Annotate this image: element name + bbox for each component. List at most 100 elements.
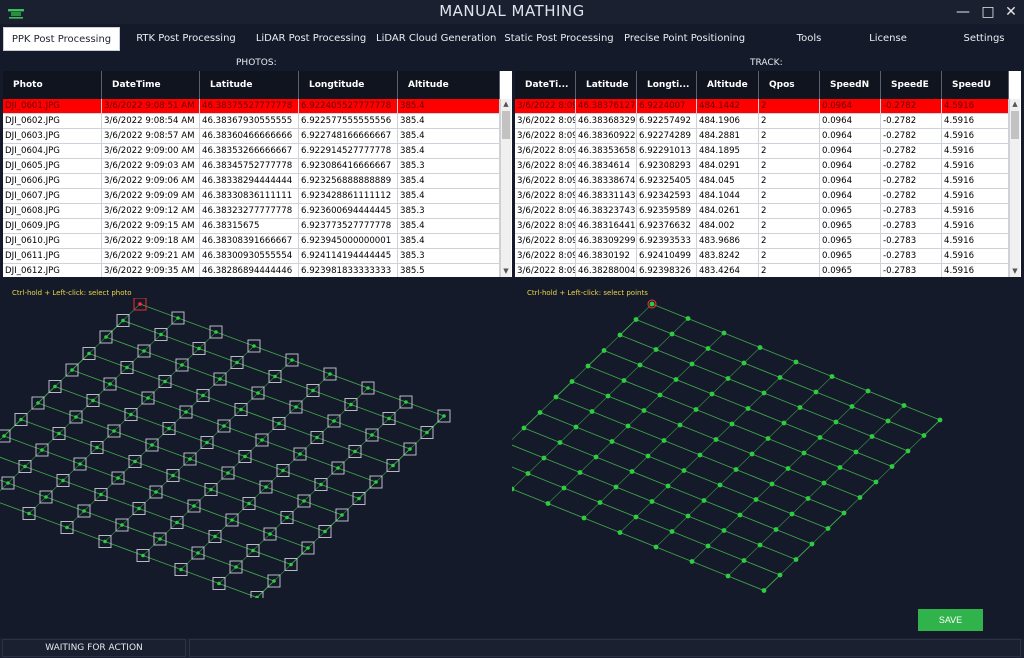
table-row[interactable]: 3/6/2022 8:09 46.38323743 6.92359589 484.02…: [515, 204, 1009, 219]
scroll-down-icon[interactable]: ▼: [501, 266, 511, 276]
track-point[interactable]: [849, 404, 855, 409]
track-point[interactable]: [757, 542, 763, 548]
track-point[interactable]: [537, 410, 543, 415]
track-point[interactable]: [889, 464, 895, 469]
table-row[interactable]: DJI_0604.JPG 3/6/2022 9:09:00 AM 46.383532…: [3, 144, 500, 159]
track-point[interactable]: [865, 388, 871, 394]
track-point[interactable]: [685, 513, 691, 519]
column-header[interactable]: Longti...: [637, 71, 697, 99]
column-header[interactable]: DateTi...: [515, 71, 576, 99]
track-point[interactable]: [557, 440, 563, 445]
track-point[interactable]: [853, 449, 859, 455]
track-point[interactable]: [601, 348, 607, 353]
table-row[interactable]: DJI_0608.JPG 3/6/2022 9:09:12 AM 46.383232…: [3, 204, 500, 219]
column-header[interactable]: DateTime: [102, 71, 200, 99]
track-point[interactable]: [725, 376, 731, 381]
photos-scrollbar[interactable]: ▲ ▼: [500, 99, 511, 277]
track-point[interactable]: [541, 455, 547, 461]
table-row[interactable]: DJI_0601.JPG 3/6/2022 9:08:51 AM 46.383755…: [3, 99, 500, 114]
table-row[interactable]: 3/6/2022 8:09 46.3834614 6.92308293 484.029…: [515, 159, 1009, 174]
track-point[interactable]: [593, 454, 599, 460]
column-header[interactable]: Photo: [3, 71, 102, 99]
table-row[interactable]: 3/6/2022 8:09 46.38368329 6.92257492 484.19…: [515, 114, 1009, 129]
tab-rtk-post-processing[interactable]: RTK Post Processing: [126, 27, 246, 51]
track-point[interactable]: [569, 379, 575, 384]
track-point[interactable]: [793, 359, 799, 365]
track-point[interactable]: [693, 407, 699, 412]
track-point[interactable]: [689, 361, 695, 367]
track-point[interactable]: [689, 559, 695, 564]
track-point[interactable]: [609, 439, 615, 444]
track-point[interactable]: [777, 572, 783, 578]
track-point[interactable]: [789, 511, 795, 517]
track-point[interactable]: [521, 425, 527, 431]
track-point[interactable]: [813, 389, 819, 395]
track-point[interactable]: [757, 345, 763, 350]
track-point[interactable]: [669, 529, 675, 534]
table-row[interactable]: 3/6/2022 8:09 46.38338674 6.92325405 484.04…: [515, 174, 1009, 189]
table-row[interactable]: 3/6/2022 8:09 46.38288004 6.92398326 483.42…: [515, 264, 1009, 277]
column-header[interactable]: SpeedN: [820, 71, 881, 99]
track-point[interactable]: [921, 433, 927, 438]
table-row[interactable]: 3/6/2022 8:09 46.3830192 6.92410499 483.824…: [515, 249, 1009, 264]
track-point[interactable]: [553, 394, 559, 400]
track-point[interactable]: [653, 544, 659, 550]
table-row[interactable]: DJI_0605.JPG 3/6/2022 9:09:03 AM 46.383457…: [3, 159, 500, 174]
track-point[interactable]: [617, 530, 623, 535]
track-point[interactable]: [901, 403, 907, 408]
track-point[interactable]: [669, 331, 675, 337]
track-point[interactable]: [661, 438, 667, 443]
column-header[interactable]: SpeedE: [881, 71, 942, 99]
column-header[interactable]: Latitude: [576, 71, 637, 99]
track-point[interactable]: [717, 482, 723, 488]
column-header[interactable]: Longtitude: [299, 71, 398, 99]
track-point[interactable]: [673, 377, 679, 382]
column-header[interactable]: Qpos: [759, 71, 820, 99]
track-point[interactable]: [785, 466, 791, 471]
track-point[interactable]: [649, 301, 655, 307]
table-row[interactable]: 3/6/2022 8:09 46.38360922 6.92274289 484.28…: [515, 129, 1009, 144]
table-row[interactable]: 3/6/2022 8:09 46.38376127 6.9224007 484.144…: [515, 99, 1009, 114]
track-point[interactable]: [605, 393, 611, 399]
minimize-icon[interactable]: —: [952, 2, 974, 22]
track-point[interactable]: [833, 419, 839, 425]
tab-lidar-cloud-generation[interactable]: LiDAR Cloud Generation: [376, 27, 496, 51]
track-point[interactable]: [721, 528, 727, 533]
track-point[interactable]: [697, 452, 703, 458]
track-point[interactable]: [589, 409, 595, 414]
track-point[interactable]: [809, 541, 815, 547]
close-icon[interactable]: ✕: [1000, 2, 1022, 22]
track-point[interactable]: [821, 480, 827, 486]
track-point[interactable]: [613, 484, 619, 490]
track-point[interactable]: [829, 374, 835, 379]
save-button[interactable]: SAVE: [918, 609, 983, 631]
column-header[interactable]: Altitude: [697, 71, 759, 99]
track-point[interactable]: [653, 347, 659, 352]
track-point[interactable]: [657, 392, 663, 398]
track-point[interactable]: [625, 423, 631, 429]
track-point[interactable]: [885, 418, 891, 424]
photo-map-plot[interactable]: [0, 298, 512, 598]
table-row[interactable]: DJI_0612.JPG 3/6/2022 9:09:35 AM 46.382868…: [3, 264, 500, 277]
track-point[interactable]: [745, 406, 751, 411]
table-row[interactable]: DJI_0609.JPG 3/6/2022 9:09:15 AM 46.383156…: [3, 219, 500, 234]
track-point[interactable]: [633, 317, 639, 322]
track-point[interactable]: [561, 485, 567, 491]
scroll-thumb[interactable]: [502, 111, 510, 139]
track-point[interactable]: [817, 435, 823, 440]
track-point[interactable]: [753, 497, 759, 502]
column-header[interactable]: SpeedU: [942, 71, 1009, 99]
track-point[interactable]: [681, 468, 687, 473]
track-point[interactable]: [573, 424, 579, 430]
column-header[interactable]: Altitude: [398, 71, 500, 99]
track-point[interactable]: [713, 437, 719, 442]
table-row[interactable]: DJI_0610.JPG 3/6/2022 9:09:18 AM 46.383083…: [3, 234, 500, 249]
track-point[interactable]: [617, 332, 623, 338]
track-point[interactable]: [737, 512, 743, 518]
track-point[interactable]: [749, 451, 755, 457]
track-point[interactable]: [597, 500, 603, 505]
track-point[interactable]: [841, 510, 847, 516]
track-point[interactable]: [857, 495, 863, 500]
track-point[interactable]: [665, 483, 671, 489]
table-row[interactable]: DJI_0607.JPG 3/6/2022 9:09:09 AM 46.383308…: [3, 189, 500, 204]
